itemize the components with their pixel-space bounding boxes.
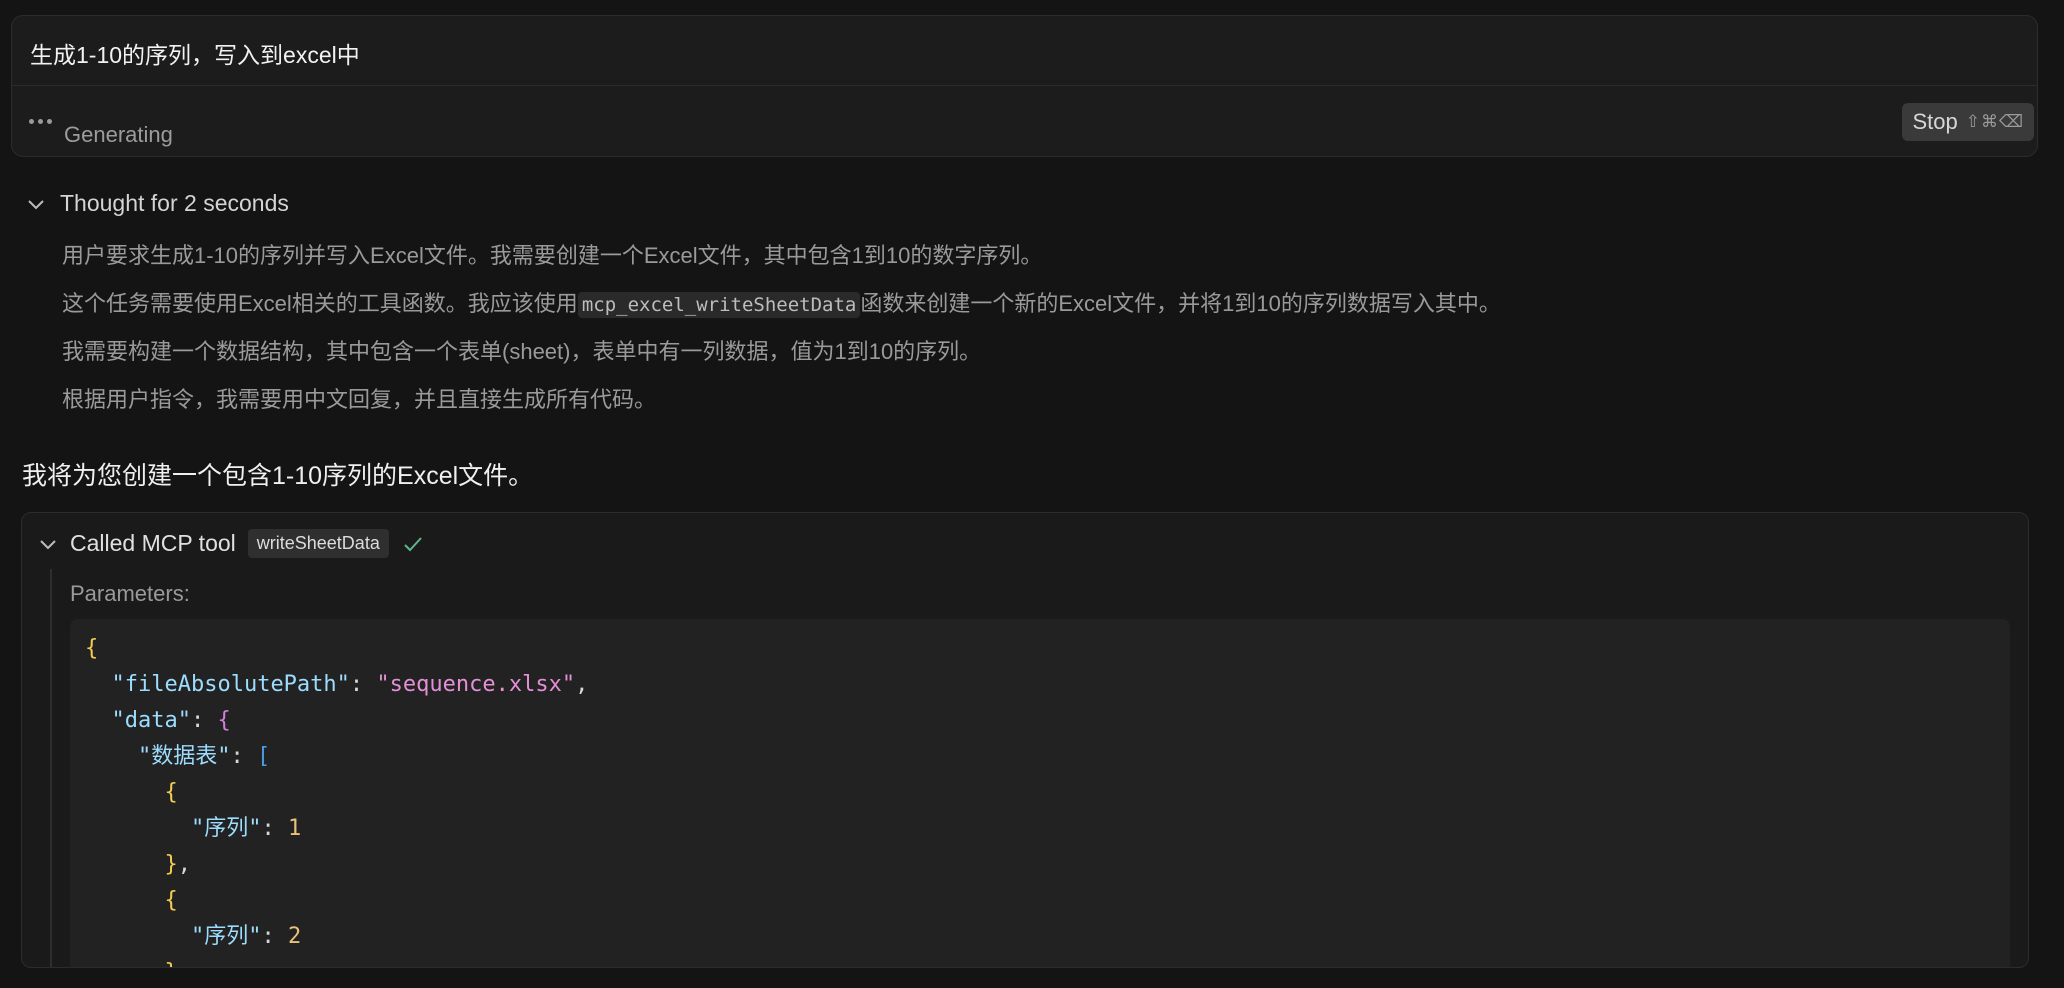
thought-toggle[interactable]: Thought for 2 seconds [26,190,289,217]
chevron-down-icon [28,199,44,209]
json-number: 1 [287,816,302,841]
assistant-answer: 我将为您创建一个包含1-10序列的Excel文件。 [22,462,534,490]
stop-label: Stop [1912,109,1958,134]
thought-line: 根据用户指令，我需要用中文回复，并且直接生成所有代码。 [62,384,1962,432]
code-line: "序列": 2 [190,924,302,949]
indent-rule [50,569,52,967]
code-line: "序列": 1 [190,816,302,841]
thought-line: 这个任务需要使用Excel相关的工具函数。我应该使用 mcp_excel_writ… [62,288,1962,336]
tool-call-toggle[interactable]: Called MCP tool writeSheetData [38,529,425,558]
divider [12,85,2037,86]
stop-shortcut: ⇧⌘⌫ [1965,112,2024,131]
json-key: "序列" [190,924,262,949]
thought-text: 根据用户指令，我需要用中文回复，并且直接生成所有代码。 [62,387,657,412]
code-line: }, [164,852,191,877]
parameters-label: Parameters: [70,581,190,606]
thought-text: 我需要构建一个数据结构，其中包含一个表单(sheet)，表单中有一列数据，值为1… [62,339,982,364]
code-line: { [85,636,99,661]
json-key: "数据表" [137,744,231,769]
generating-status: Generating [64,122,173,147]
tool-call-card: Called MCP tool writeSheetData Parameter… [21,512,2029,968]
code-line: "数据表": [ [137,744,271,769]
json-key: "data" [111,708,191,733]
ellipsis-icon [29,119,52,124]
thought-body: 用户要求生成1-10的序列并写入Excel文件。我需要创建一个Excel文件，其… [62,240,1962,432]
code-line: } [85,955,2010,967]
code-line: "fileAbsolutePath": "sequence.xlsx", [111,672,589,697]
prompt-card: 生成1-10的序列，写入到excel中 Generating Stop ⇧⌘⌫ [11,15,2038,157]
chevron-down-icon [40,539,56,549]
stop-button[interactable]: Stop ⇧⌘⌫ [1902,103,2034,141]
json-key: "序列" [190,816,262,841]
code-line: { [164,780,178,805]
thought-line: 我需要构建一个数据结构，其中包含一个表单(sheet)，表单中有一列数据，值为1… [62,336,1962,384]
inline-code: mcp_excel_writeSheetData [577,292,861,318]
tool-name-badge: writeSheetData [247,529,389,558]
json-string: "sequence.xlsx" [376,672,576,697]
code-line: "data": { [111,708,231,733]
thought-text: 用户要求生成1-10的序列并写入Excel文件。我需要创建一个Excel文件，其… [62,243,1043,268]
code-line: { [164,888,178,913]
thought-line: 用户要求生成1-10的序列并写入Excel文件。我需要创建一个Excel文件，其… [62,240,1962,288]
json-number: 2 [287,924,302,949]
thought-title: Thought for 2 seconds [60,190,289,216]
json-key: "fileAbsolutePath" [111,672,350,697]
thought-text: 函数来创建一个新的Excel文件，并将1到10的序列数据写入其中。 [860,291,1501,316]
prompt-text: 生成1-10的序列，写入到excel中 [30,42,360,68]
thought-text: 这个任务需要使用Excel相关的工具函数。我应该使用 [62,291,578,316]
tool-call-title: Called MCP tool [70,530,236,556]
parameters-code-block: { "fileAbsolutePath": "sequence.xlsx", "… [70,619,2010,967]
check-icon [404,536,422,551]
